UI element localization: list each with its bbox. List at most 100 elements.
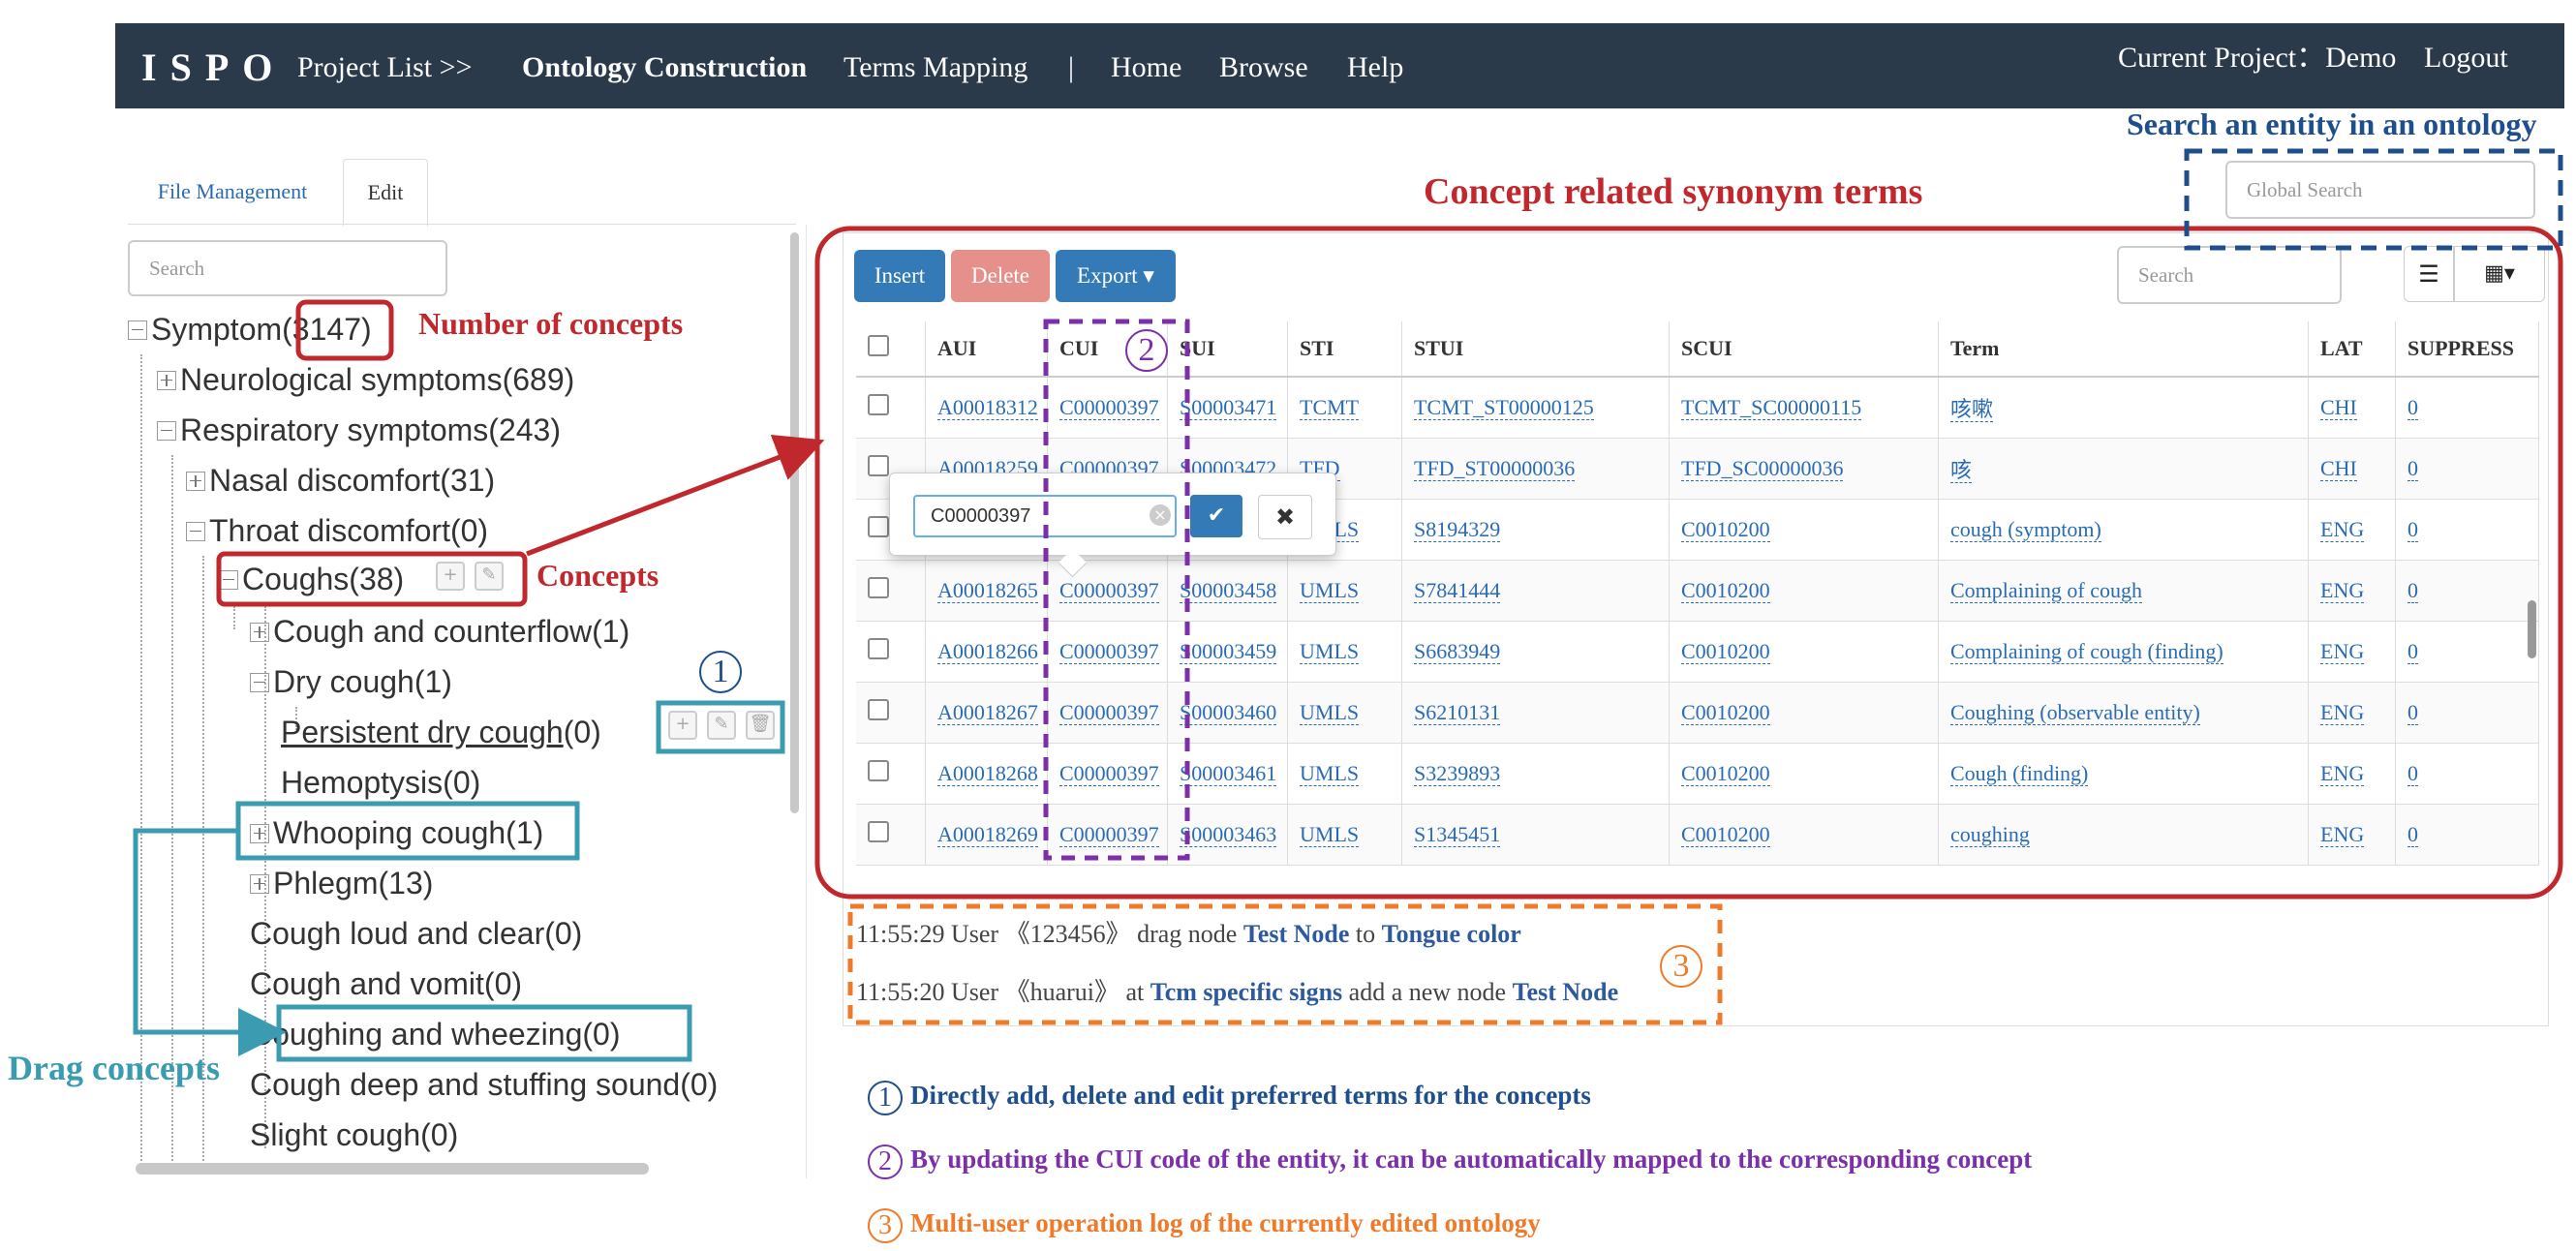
row-checkbox[interactable] (856, 804, 926, 866)
table-cell[interactable]: ENG (2308, 743, 2396, 805)
global-search-input[interactable]: Global Search (2225, 161, 2535, 219)
tree-node[interactable]: Cough deep and stuffing sound(0) (250, 1063, 718, 1106)
table-cell[interactable]: UMLS (1287, 743, 1402, 805)
export-button[interactable]: Export ▾ (1056, 250, 1176, 302)
tree-node[interactable]: Throat discomfort(0) (186, 509, 488, 552)
table-cell[interactable]: ENG (2308, 560, 2396, 622)
table-cell[interactable]: C00000397 (1047, 682, 1168, 744)
table-cell[interactable]: ENG (2308, 499, 2396, 561)
table-row[interactable]: A00018267 C00000397 S00003460 UMLS S6210131 C… (856, 682, 2539, 744)
expand-icon[interactable] (157, 370, 176, 390)
table-cell[interactable]: 咳 (1938, 438, 2309, 500)
nav-home[interactable]: Home (1111, 23, 1181, 112)
row-checkbox[interactable] (856, 743, 926, 805)
tree-node[interactable]: Nasal discomfort(31) (186, 459, 495, 502)
collapse-icon[interactable] (219, 569, 238, 590)
tree-node[interactable]: Cough loud and clear(0) (250, 912, 582, 955)
tree-vertical-scrollbar[interactable] (790, 232, 799, 813)
tree-node[interactable]: Phlegm(13) (250, 862, 433, 904)
delete-button[interactable]: Delete (951, 250, 1050, 302)
list-view-icon[interactable]: ☰ (2404, 246, 2454, 302)
tree-node[interactable]: Neurological symptoms(689) (157, 358, 574, 401)
table-row[interactable]: A00018265 C00000397 S00003458 UMLS S7841444 C… (856, 560, 2539, 622)
expand-icon[interactable] (186, 471, 205, 491)
table-cell[interactable]: 0 (2395, 438, 2539, 500)
table-cell[interactable]: S8194329 (1401, 499, 1670, 561)
table-cell[interactable]: C0010200 (1669, 804, 1939, 866)
table-cell[interactable]: S00003461 (1167, 743, 1288, 805)
column-header[interactable]: Term (1938, 321, 2309, 378)
table-cell[interactable]: S00003463 (1167, 804, 1288, 866)
add-icon[interactable]: + (668, 711, 697, 740)
table-row[interactable]: A00018312 C00000397 S00003471 TCMT TCMT_ST00… (856, 377, 2539, 439)
table-cell[interactable]: 0 (2395, 499, 2539, 561)
table-cell[interactable]: C00000397 (1047, 743, 1168, 805)
table-cell[interactable]: TFD_ST00000036 (1401, 438, 1670, 500)
table-cell[interactable]: TCMT_ST00000125 (1401, 377, 1670, 439)
column-header[interactable]: LAT (2308, 321, 2396, 378)
tree-node[interactable]: Cough and counterflow(1) (250, 610, 629, 653)
expand-icon[interactable] (250, 823, 269, 843)
table-cell[interactable]: S00003471 (1167, 377, 1288, 439)
table-cell[interactable]: UMLS (1287, 804, 1402, 866)
tree-node[interactable]: Symptom(3147) (128, 308, 372, 351)
clear-icon[interactable]: × (1150, 504, 1171, 526)
table-scrollbar[interactable] (2528, 600, 2536, 658)
table-cell[interactable]: Complaining of cough (finding) (1938, 621, 2309, 683)
column-header[interactable]: SUPPRESS (2395, 321, 2539, 378)
nav-project-list[interactable]: Project List >> (297, 23, 472, 112)
table-cell[interactable]: S3239893 (1401, 743, 1670, 805)
table-cell[interactable]: S00003458 (1167, 560, 1288, 622)
tree-node[interactable]: Coughs(38) (219, 558, 404, 600)
collapse-icon[interactable] (250, 672, 269, 692)
table-cell[interactable]: 0 (2395, 804, 2539, 866)
table-cell[interactable]: C0010200 (1669, 621, 1939, 683)
table-cell[interactable]: C00000397 (1047, 621, 1168, 683)
table-cell[interactable]: A00018312 (925, 377, 1048, 439)
table-cell[interactable]: S00003459 (1167, 621, 1288, 683)
nav-logout[interactable]: Logout (2424, 23, 2508, 93)
row-checkbox[interactable] (856, 560, 926, 622)
table-cell[interactable]: ENG (2308, 804, 2396, 866)
nav-browse[interactable]: Browse (1219, 23, 1308, 112)
table-cell[interactable]: C0010200 (1669, 560, 1939, 622)
table-cell[interactable]: 0 (2395, 743, 2539, 805)
edit-icon[interactable]: ✎ (475, 562, 504, 591)
tree-node[interactable]: Dry cough(1) (250, 660, 452, 703)
table-cell[interactable]: C0010200 (1669, 499, 1939, 561)
column-header[interactable]: STI (1287, 321, 1402, 378)
table-cell[interactable]: UMLS (1287, 621, 1402, 683)
tree-node[interactable]: Persistent dry cough(0) (281, 711, 601, 753)
columns-toggle-icon[interactable]: ▦▾ (2454, 246, 2545, 302)
table-cell[interactable]: A00018268 (925, 743, 1048, 805)
row-checkbox[interactable] (856, 621, 926, 683)
table-cell[interactable]: A00018269 (925, 804, 1048, 866)
row-checkbox[interactable] (856, 377, 926, 439)
table-cell[interactable]: Cough (finding) (1938, 743, 2309, 805)
column-header[interactable]: AUI (925, 321, 1048, 378)
table-row[interactable]: A00018268 C00000397 S00003461 UMLS S3239893 C… (856, 743, 2539, 805)
collapse-icon[interactable] (186, 521, 205, 541)
expand-icon[interactable] (250, 873, 269, 894)
column-header[interactable]: STUI (1401, 321, 1670, 378)
nav-help[interactable]: Help (1347, 23, 1403, 112)
table-cell[interactable]: CHI (2308, 377, 2396, 439)
table-cell[interactable]: 0 (2395, 560, 2539, 622)
table-cell[interactable]: Complaining of cough (1938, 560, 2309, 622)
table-cell[interactable]: CHI (2308, 438, 2396, 500)
nav-terms-mapping[interactable]: Terms Mapping (843, 23, 1027, 112)
table-cell[interactable]: A00018266 (925, 621, 1048, 683)
table-cell[interactable]: TCMT (1287, 377, 1402, 439)
table-cell[interactable]: A00018265 (925, 560, 1048, 622)
delete-icon[interactable]: 🗑 (746, 711, 775, 740)
table-cell[interactable]: Coughing (observable entity) (1938, 682, 2309, 744)
tree-node[interactable]: Respiratory symptoms(243) (157, 409, 561, 451)
column-header[interactable]: SCUI (1669, 321, 1939, 378)
table-cell[interactable]: C00000397 (1047, 377, 1168, 439)
table-cell[interactable]: cough (symptom) (1938, 499, 2309, 561)
nav-ontology-construction[interactable]: Ontology Construction (522, 23, 807, 112)
table-cell[interactable]: A00018267 (925, 682, 1048, 744)
confirm-button[interactable]: ✔ (1190, 495, 1242, 537)
tree-node[interactable]: Slight cough(0) (250, 1114, 458, 1156)
table-row[interactable]: A00018266 C00000397 S00003459 UMLS S6683949 C… (856, 621, 2539, 683)
